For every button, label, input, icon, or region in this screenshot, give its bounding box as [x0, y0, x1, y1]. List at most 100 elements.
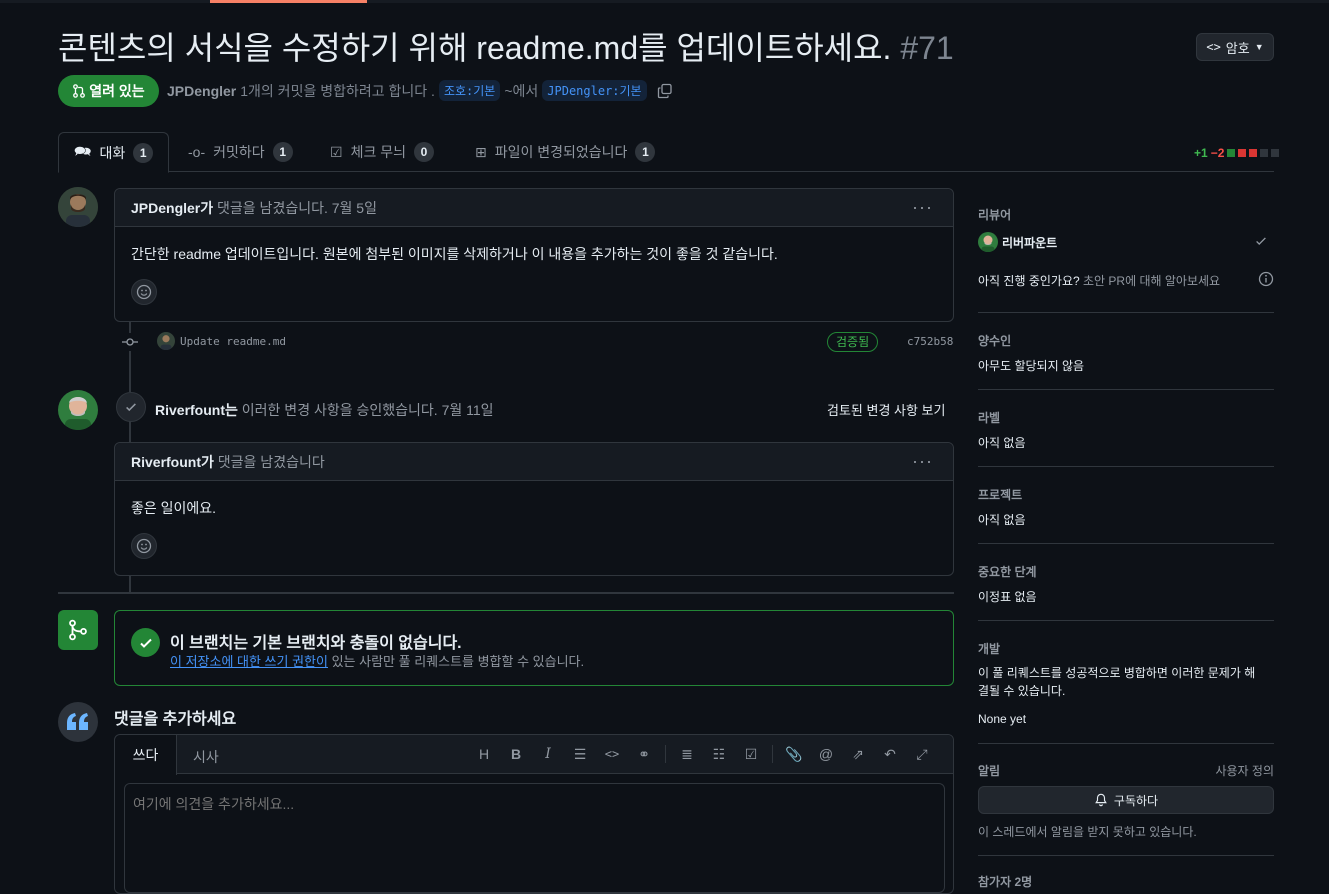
tab-counter: 1 — [272, 142, 293, 162]
projects-label[interactable]: 프로젝트 — [978, 486, 1022, 503]
code-button-label: 암호 — [1225, 40, 1250, 56]
commit-sha[interactable]: c752b58 — [907, 335, 953, 348]
tab-checks[interactable]: ☑ 체크 무늬 0 — [330, 132, 434, 172]
diffstat-block — [1271, 149, 1280, 157]
commit-node — [121, 333, 139, 351]
status-badge: 열려 있는 — [58, 75, 159, 107]
base-branch[interactable]: 조호:기본 — [438, 80, 501, 101]
view-reviewed-changes-link[interactable]: 검토된 변경 사항 보기 — [827, 400, 945, 419]
from-text: ~에서 — [504, 82, 539, 99]
comment-action: 댓글을 남겼습니다 — [217, 453, 325, 470]
cross-reference-icon[interactable]: ⇗ — [847, 746, 869, 763]
review-summary: Riverfount는 이러한 변경 사항을 승인했습니다. 7월 11일 — [155, 400, 494, 420]
approved-node — [116, 392, 146, 422]
merge-summary: JPDengler 1개의 커밋을 병합하려고 합니다 . 조호:기본 ~에서 … — [167, 80, 673, 101]
active-nav-underline — [210, 0, 367, 3]
still-in-progress: 아직 진행 중인가요? — [978, 274, 1080, 288]
comment-textarea[interactable] — [124, 783, 945, 893]
subscribe-button[interactable]: 구독하다 — [978, 786, 1274, 814]
milestone-label[interactable]: 중요한 단계 — [978, 563, 1037, 580]
kebab-menu-icon[interactable]: ··· — [912, 451, 933, 472]
fullscreen-icon[interactable]: ⤢ — [911, 746, 933, 763]
pr-number: #71 — [900, 30, 954, 66]
smiley-icon — [136, 284, 152, 300]
page-title: 콘텐츠의 서식을 수정하기 위해 readme.md를 업데이트하세요. #71 — [58, 28, 954, 68]
sidebar-assignees: 양수인 아무도 할당되지 않음 — [978, 313, 1274, 390]
tab-label: 대화 — [99, 144, 126, 161]
task-list-icon[interactable]: ☑ — [740, 746, 762, 763]
comment-date[interactable]: 7월 5일 — [332, 198, 377, 218]
notifications-label: 알림 — [978, 764, 1001, 778]
reply-icon[interactable]: ↶ — [879, 746, 901, 763]
participants-label: 참가자 2명 — [978, 875, 1033, 889]
timeline-line — [129, 576, 131, 592]
reviewer-item[interactable]: 리버파운트 — [978, 232, 1057, 252]
sidebar-development: 개발 이 풀 리퀘스트를 성공적으로 병합하면 이러한 문제가 해결될 수 있습… — [978, 621, 1274, 744]
labels-label[interactable]: 라벨 — [978, 409, 1000, 426]
assignees-label[interactable]: 양수인 — [978, 332, 1011, 349]
tab-conversation[interactable]: 🗪 대화 1 — [58, 132, 170, 173]
tab-files-changed[interactable]: ⊞ 파일이 변경되었습니다 1 — [475, 132, 656, 172]
reviewers-label[interactable]: 리뷰어 — [978, 206, 1011, 223]
head-branch[interactable]: JPDengler:기본 — [542, 80, 647, 101]
add-reaction-button[interactable] — [131, 533, 157, 559]
review-action: 이러한 변경 사항을 승인했습니다. — [241, 402, 438, 418]
tab-preview[interactable]: 시사 — [193, 747, 219, 767]
review-date[interactable]: 7월 11일 — [442, 402, 494, 418]
code-icon[interactable]: <> — [601, 747, 623, 761]
write-access-link[interactable]: 이 저장소에 대한 쓰기 권한이 — [170, 654, 328, 669]
diffstat-block — [1227, 149, 1236, 157]
success-icon — [131, 628, 160, 657]
commit-message[interactable]: Update readme.md — [180, 335, 286, 348]
info-icon[interactable] — [1258, 271, 1274, 287]
quote-icon[interactable]: ☰ — [569, 746, 591, 763]
italic-icon[interactable]: I — [537, 746, 559, 762]
customize-link[interactable]: 사용자 정의 — [1215, 762, 1274, 779]
bold-icon[interactable]: B — [505, 746, 527, 762]
avatar[interactable] — [58, 187, 98, 227]
diffstat: +1 −2 — [1194, 146, 1280, 160]
link-icon[interactable]: ⚭ — [633, 746, 655, 763]
heading-icon[interactable]: H — [473, 746, 495, 762]
quote-icon — [67, 713, 88, 730]
comment-discussion-icon: 🗪 — [74, 142, 92, 159]
author-link[interactable]: JPDengler — [167, 83, 236, 99]
sidebar-notifications: 알림 사용자 정의 구독하다 이 스레드에서 알림을 받지 못하고 있습니다. — [978, 744, 1274, 856]
status-label: 열려 있는 — [89, 83, 145, 99]
diffstat-block — [1260, 149, 1269, 157]
deletions-count: −2 — [1210, 146, 1225, 160]
mention-icon[interactable]: @ — [815, 746, 837, 762]
notification-status: 이 스레드에서 알림을 받지 못하고 있습니다. — [978, 825, 1197, 839]
ordered-list-icon[interactable]: ≣ — [676, 746, 698, 763]
avatar[interactable] — [58, 390, 98, 430]
bell-icon — [1095, 793, 1107, 807]
code-button[interactable]: <> 암호 ▼ — [1196, 33, 1274, 61]
current-user-avatar[interactable] — [58, 702, 98, 742]
timeline-line — [129, 420, 131, 442]
copy-icon[interactable] — [657, 83, 673, 99]
tab-commits[interactable]: -o- 커밋하다 1 — [188, 132, 293, 172]
kebab-menu-icon[interactable]: ··· — [912, 197, 933, 218]
comment-author[interactable]: JPDengler가 — [131, 198, 213, 218]
paperclip-icon[interactable]: 📎 — [783, 746, 805, 763]
draft-learn-link[interactable]: 초안 PR에 대해 알아보세요 — [1083, 274, 1220, 288]
milestone-value: 이정표 없음 — [978, 590, 1037, 604]
comment-box: Riverfount가 댓글을 남겼습니다 ··· 좋은 일이에요. — [114, 442, 954, 576]
diffstat-block — [1238, 149, 1247, 157]
tab-counter: 0 — [413, 142, 434, 162]
tab-write[interactable]: 쓰다 — [115, 735, 177, 775]
tab-counter: 1 — [133, 142, 154, 163]
commit-avatar[interactable] — [157, 332, 175, 350]
add-reaction-button[interactable] — [131, 279, 157, 305]
comment-author[interactable]: Riverfount가 — [131, 452, 214, 472]
commit-icon — [122, 338, 138, 346]
comment-editor: 쓰다 시사 H B I ☰ <> ⚭ ≣ ☷ ☑ 📎 @ ⇗ ↶ ⤢ — [114, 734, 954, 894]
reviewer-link[interactable]: Riverfount는 — [155, 402, 238, 418]
sidebar-reviewers: 리뷰어 리버파운트 아직 진행 중인가요? 초안 PR에 대해 알아보세요 — [978, 200, 1274, 313]
unordered-list-icon[interactable]: ☷ — [708, 746, 730, 763]
verified-badge[interactable]: 검증됨 — [827, 332, 879, 352]
pr-tabs: 🗪 대화 1 -o- 커밋하다 1 ☑ 체크 무늬 0 ⊞ 파일이 변경되었습니… — [58, 132, 1274, 173]
development-label[interactable]: 개발 — [978, 640, 1000, 657]
merge-status-subtitle: 이 저장소에 대한 쓰기 권한이 있는 사람만 풀 리퀘스트를 병합할 수 있습… — [170, 651, 584, 670]
reviewer-avatar — [978, 232, 998, 252]
